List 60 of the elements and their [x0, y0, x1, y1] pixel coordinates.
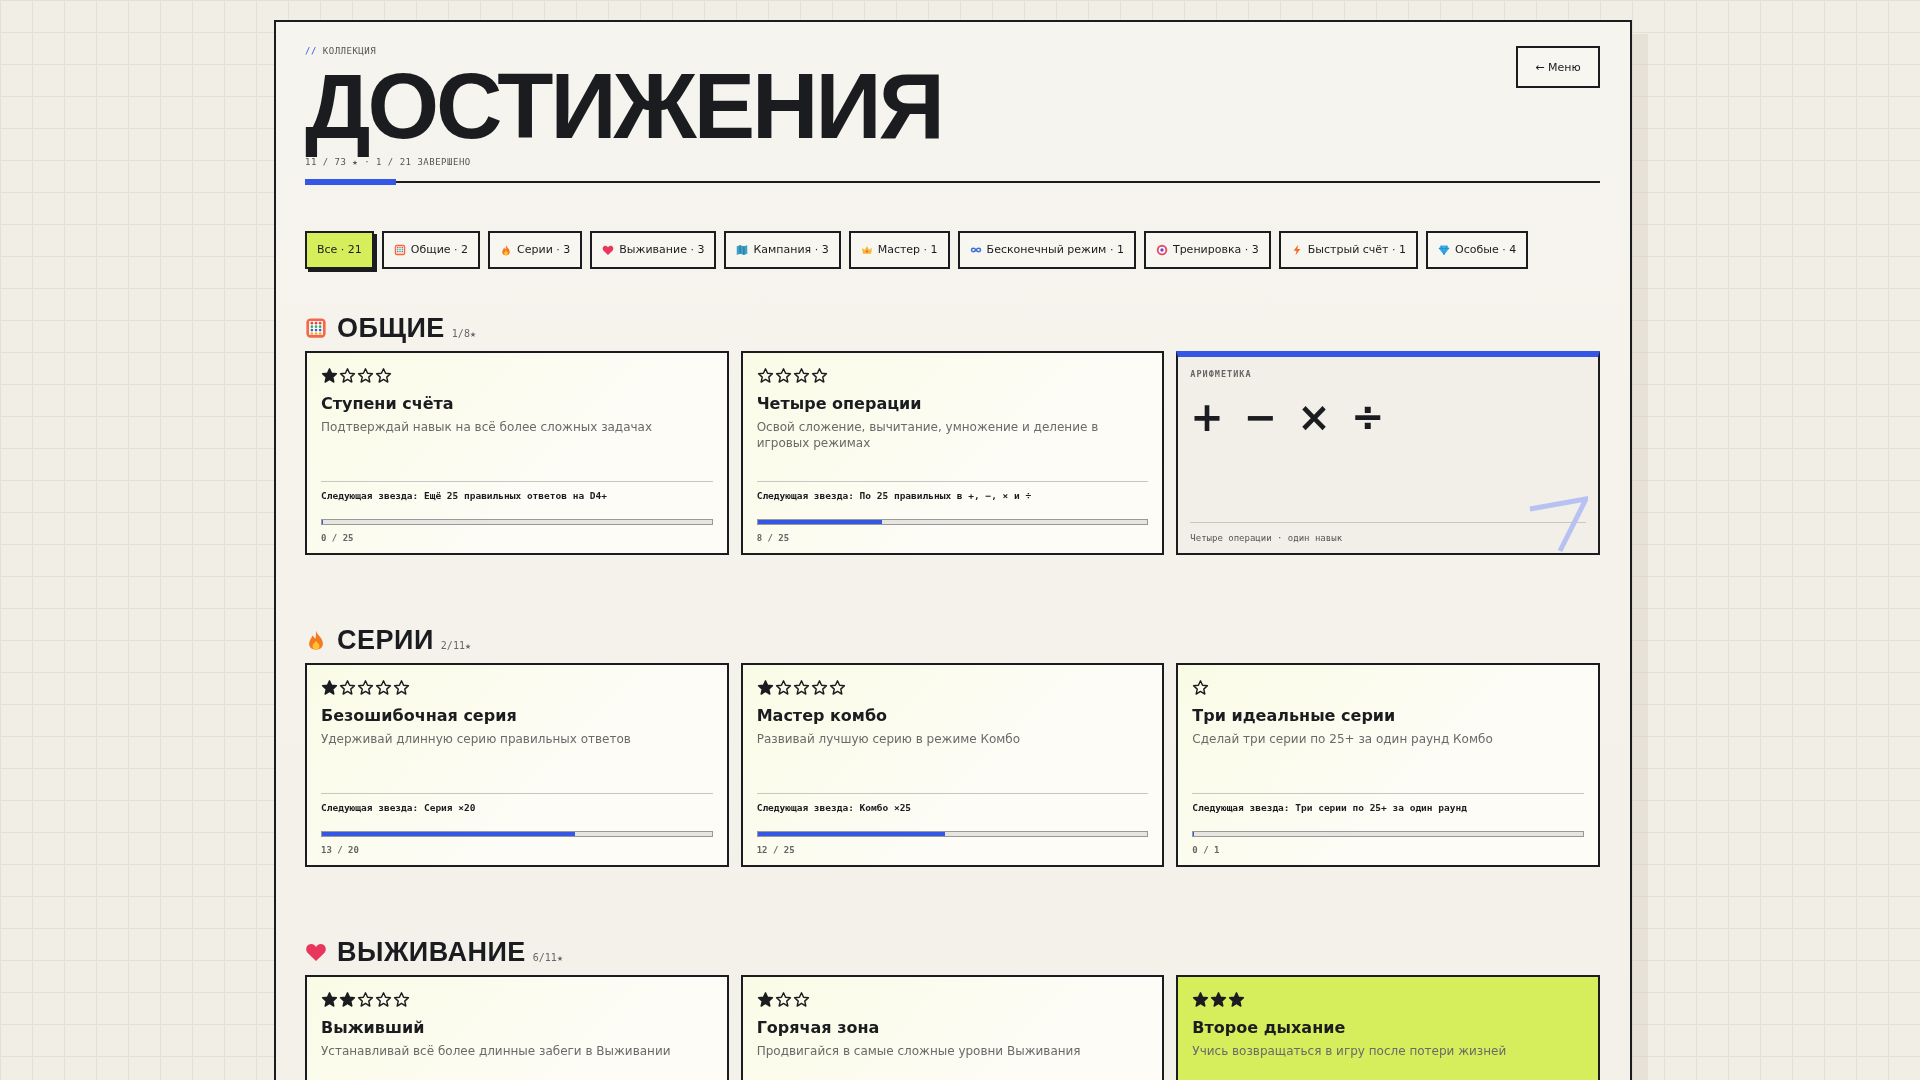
- menu-button[interactable]: ← Меню: [1516, 46, 1600, 88]
- section-title: ВЫЖИВАНИЕ: [337, 936, 526, 968]
- skill-label: АРИФМЕТИКА: [1190, 368, 1253, 379]
- next-star-text: Следующая звезда: Комбо ×25: [756, 801, 913, 813]
- summary-text: 11 / 73 ★ · 1 / 21 ЗАВЕРШЕНО: [305, 156, 471, 167]
- achievement-title: Мастер комбо: [756, 705, 889, 725]
- progress-count: 13 / 20: [321, 844, 360, 855]
- achievement-title: Горячая зона: [756, 1017, 881, 1037]
- progress-count: 12 / 25: [756, 844, 796, 855]
- operation-symbol: +: [1190, 396, 1224, 437]
- skill-footer: Четыре операции · один навык: [1190, 532, 1586, 543]
- next-star-text: Следующая звезда: Ещё 25 правильных ответов на D4+: [321, 489, 608, 501]
- progress-count: 8 / 25: [756, 532, 791, 543]
- achievement-description: Продвигайся в самые сложные уровни Выживания: [756, 1042, 1082, 1059]
- progress-count: 0 / 1: [1192, 844, 1221, 855]
- target-icon: [1155, 243, 1168, 256]
- eyebrow-slashes: //: [305, 46, 317, 56]
- achievement-description: Сделай три серии по 25+ за один раунд Комбо: [1192, 730, 1494, 747]
- eyebrow-label: КОЛЛЕКЦИЯ: [322, 46, 377, 56]
- section-title: ОБЩИЕ: [337, 312, 445, 344]
- achievement-description: Подтверждай навык на всё более сложных задачах: [321, 418, 654, 435]
- map-icon: [736, 243, 749, 256]
- achievement-title: Четыре операции: [756, 393, 923, 413]
- achievement-description: Учись возвращаться в игру после потери жизней: [1192, 1042, 1508, 1059]
- operation-symbol: −: [1243, 396, 1278, 437]
- achievement-title: Выживший: [321, 1017, 426, 1037]
- section-count: 1/8★: [451, 327, 476, 339]
- achievement-title: Три идеальные серии: [1192, 705, 1397, 725]
- gem-icon: [1438, 243, 1450, 256]
- filter-tab[interactable]: Особые · 4: [1426, 230, 1529, 269]
- flame-icon: [500, 243, 513, 256]
- filter-tab[interactable]: Кампания · 3: [724, 230, 841, 269]
- achievement-title: Ступени счёта: [321, 393, 455, 413]
- achievement-title: Безошибочная серия: [321, 705, 518, 725]
- next-star-text: Следующая звезда: Серия ×20: [321, 801, 477, 813]
- operation-symbol: ÷: [1350, 396, 1385, 437]
- next-star-text: Следующая звезда: Три серии по 25+ за один раунд: [1192, 801, 1468, 813]
- filter-tab[interactable]: Мастер · 1: [848, 230, 950, 269]
- filter-tab[interactable]: Выживание · 3: [590, 230, 717, 269]
- section-title: СЕРИИ: [337, 624, 434, 656]
- achievement-title: Второе дыхание: [1192, 1017, 1347, 1037]
- filter-tab[interactable]: Бесконечный режим · 1: [957, 230, 1136, 269]
- operation-symbol: ×: [1297, 396, 1331, 437]
- achievement-description: Освой сложение, вычитание, умножение и деление в игровых режимах: [756, 418, 1100, 451]
- section-count: 6/11★: [532, 951, 563, 963]
- next-star-text: Следующая звезда: По 25 правильных в +, −, × и ÷: [756, 489, 1033, 501]
- filter-tab[interactable]: Тренировка · 3: [1143, 230, 1271, 269]
- achievement-description: Удерживай длинную серию правильных ответов: [321, 730, 632, 747]
- section-count: 2/11★: [440, 639, 471, 651]
- filter-tab[interactable]: Общие · 2: [381, 230, 481, 269]
- progress-count: 0 / 25: [321, 532, 355, 543]
- abacus-icon: [393, 243, 406, 256]
- filter-tab[interactable]: Все · 21: [305, 230, 374, 269]
- heart-icon: [602, 243, 615, 256]
- abacus-icon: [305, 317, 327, 340]
- filter-tab[interactable]: Серии · 3: [488, 230, 583, 269]
- filter-tab[interactable]: Быстрый счёт · 1: [1278, 230, 1418, 269]
- page-title: ДОСТИЖЕНИЯ: [305, 58, 943, 155]
- achievement-description: Развивай лучшую серию в режиме Комбо: [756, 730, 1022, 747]
- achievement-description: Устанавливай всё более длинные забеги в Выживании: [321, 1042, 672, 1059]
